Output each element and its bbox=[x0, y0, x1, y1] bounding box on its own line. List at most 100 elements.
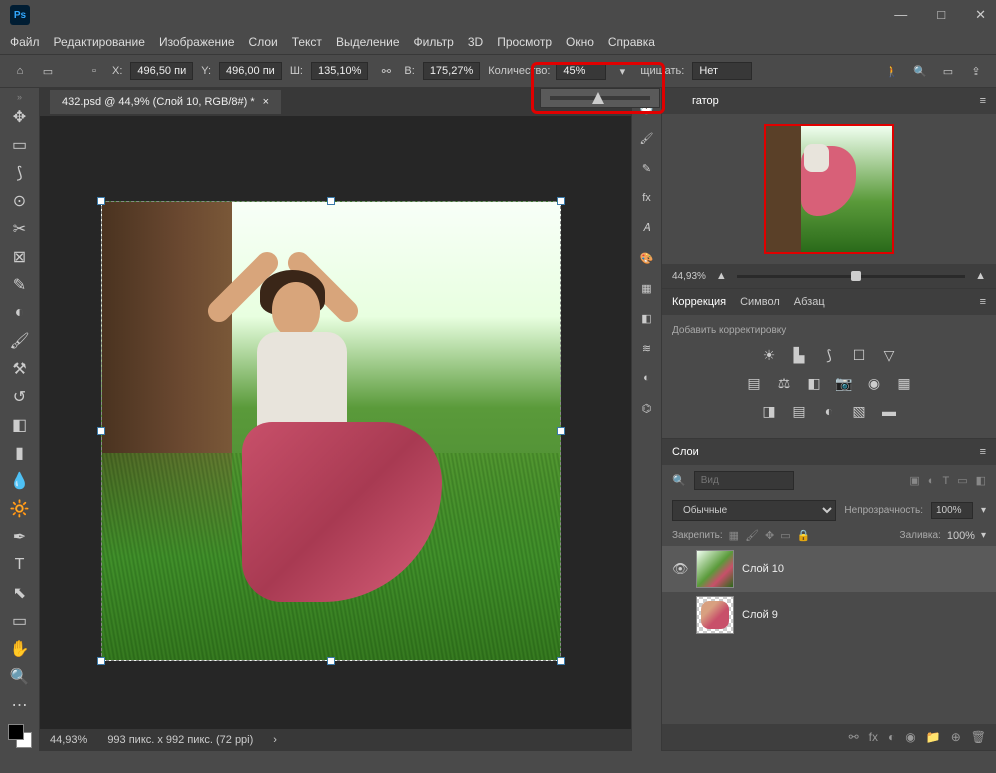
move-tool[interactable]: ✥ bbox=[6, 104, 34, 130]
vibrance-icon[interactable]: ▽ bbox=[878, 344, 900, 366]
home-icon[interactable]: ⌂ bbox=[10, 61, 30, 81]
marquee-tool[interactable]: ▭ bbox=[6, 132, 34, 158]
y-input[interactable]: 496,00 пи bbox=[219, 62, 282, 80]
lasso-tool[interactable]: ⟆ bbox=[6, 160, 34, 186]
adjustments-tab[interactable]: Коррекция bbox=[672, 296, 726, 308]
filter-smart-icon[interactable]: ◧ bbox=[976, 474, 986, 487]
transform-handle-mr[interactable] bbox=[557, 427, 565, 435]
fill-input[interactable]: 100% bbox=[947, 530, 975, 542]
mask-icon[interactable]: ◐ bbox=[888, 730, 895, 744]
photo-filter-icon[interactable]: 📷 bbox=[833, 372, 855, 394]
anchor-icon[interactable]: ▫ bbox=[84, 61, 104, 81]
paths-icon[interactable]: ⌬ bbox=[637, 398, 657, 418]
layer-item[interactable]: Слой 9 bbox=[662, 592, 996, 638]
gradient-tool[interactable]: ▮ bbox=[6, 440, 34, 466]
hue-icon[interactable]: ▤ bbox=[743, 372, 765, 394]
toolbar-expand-icon[interactable]: » bbox=[17, 92, 22, 102]
transform-handle-bc[interactable] bbox=[327, 657, 335, 665]
qty-slider-popup[interactable] bbox=[540, 88, 660, 108]
minimize-button[interactable]: — bbox=[894, 7, 907, 23]
lock-all-icon[interactable]: 🔒 bbox=[797, 529, 811, 542]
maximize-button[interactable]: □ bbox=[937, 7, 945, 23]
layers-tab[interactable]: Слои bbox=[672, 446, 699, 458]
new-layer-icon[interactable]: ⊕ bbox=[951, 730, 961, 744]
qty-input[interactable]: 45% bbox=[556, 62, 606, 80]
layer-thumbnail[interactable] bbox=[696, 550, 734, 588]
share-icon[interactable]: ⇪ bbox=[966, 61, 986, 81]
slider-thumb[interactable] bbox=[592, 92, 604, 104]
close-button[interactable]: ✕ bbox=[975, 7, 986, 23]
stamp-tool[interactable]: ⚒ bbox=[6, 356, 34, 382]
link-layers-icon[interactable]: ⚯ bbox=[849, 730, 859, 744]
panel-menu-icon[interactable]: ≡ bbox=[980, 95, 986, 107]
menu-window[interactable]: Окно bbox=[566, 35, 594, 49]
swatches-icon[interactable]: 🎨 bbox=[637, 248, 657, 268]
accessibility-icon[interactable]: 🚶 bbox=[882, 61, 902, 81]
layer-search-input[interactable] bbox=[694, 471, 794, 490]
layer-thumbnail[interactable] bbox=[696, 596, 734, 634]
filter-pixel-icon[interactable]: ▣ bbox=[909, 474, 919, 487]
fx-icon[interactable]: fx bbox=[869, 730, 878, 744]
close-icon[interactable]: × bbox=[263, 96, 269, 108]
menu-filter[interactable]: Фильтр bbox=[414, 35, 454, 49]
panel-menu-icon[interactable]: ≡ bbox=[980, 296, 986, 308]
lock-artboard-icon[interactable]: ▭ bbox=[780, 529, 790, 542]
pen-tool[interactable]: ✒ bbox=[6, 524, 34, 550]
canvas[interactable] bbox=[101, 201, 561, 661]
zoom-out-icon[interactable]: ▲ bbox=[716, 270, 727, 282]
zoom-tool[interactable]: 🔍 bbox=[6, 664, 34, 690]
slider-track[interactable] bbox=[550, 96, 650, 100]
h-input[interactable]: 175,27% bbox=[423, 62, 480, 80]
balance-icon[interactable]: ⚖ bbox=[773, 372, 795, 394]
filter-adj-icon[interactable]: ◐ bbox=[928, 475, 935, 487]
brush-settings-icon[interactable]: ✎ bbox=[637, 158, 657, 178]
color-icon[interactable]: ▦ bbox=[637, 278, 657, 298]
nav-zoom-value[interactable]: 44,93% bbox=[672, 271, 706, 282]
opacity-input[interactable]: 100% bbox=[931, 502, 973, 519]
chevron-down-icon[interactable]: ▾ bbox=[981, 530, 986, 541]
menu-view[interactable]: Просмотр bbox=[497, 35, 552, 49]
chevron-down-icon[interactable]: ▾ bbox=[612, 61, 632, 81]
brightness-icon[interactable]: ☀ bbox=[758, 344, 780, 366]
brush-panel-icon[interactable]: 🖌 bbox=[637, 128, 657, 148]
adjustment-layer-icon[interactable]: ◉ bbox=[905, 730, 915, 744]
healing-tool[interactable]: ◐ bbox=[6, 300, 34, 326]
group-icon[interactable]: 📁 bbox=[926, 730, 941, 744]
x-input[interactable]: 496,50 пи bbox=[130, 62, 193, 80]
zoom-in-icon[interactable]: ▲ bbox=[975, 270, 986, 282]
frame-tool[interactable]: ⊠ bbox=[6, 244, 34, 270]
layer-item[interactable]: 👁 Слой 10 bbox=[662, 546, 996, 592]
lookup-icon[interactable]: ▦ bbox=[893, 372, 915, 394]
invert-icon[interactable]: ◨ bbox=[758, 400, 780, 422]
rectangle-tool[interactable]: ▭ bbox=[6, 608, 34, 634]
menu-3d[interactable]: 3D bbox=[468, 35, 483, 49]
selective-icon[interactable]: ▧ bbox=[848, 400, 870, 422]
blend-mode-select[interactable]: Обычные bbox=[672, 500, 836, 521]
menu-select[interactable]: Выделение bbox=[336, 35, 400, 49]
layer-name[interactable]: Слой 9 bbox=[742, 609, 778, 621]
levels-icon[interactable]: ▙ bbox=[788, 344, 810, 366]
history-brush-tool[interactable]: ↺ bbox=[6, 384, 34, 410]
bw-icon[interactable]: ◧ bbox=[803, 372, 825, 394]
quick-select-tool[interactable]: ⊙ bbox=[6, 188, 34, 214]
visibility-icon[interactable]: 👁 bbox=[672, 561, 688, 577]
filter-type-icon[interactable]: T bbox=[942, 475, 949, 487]
gradient-map-icon[interactable]: ▬ bbox=[878, 400, 900, 422]
libraries-icon[interactable]: ◐ bbox=[637, 368, 657, 388]
gradients-icon[interactable]: ◧ bbox=[637, 308, 657, 328]
lock-pixels-icon[interactable]: ▦ bbox=[729, 529, 739, 542]
character-tab[interactable]: Символ bbox=[740, 296, 780, 308]
threshold-icon[interactable]: ◐ bbox=[818, 400, 840, 422]
crop-tool[interactable]: ✂ bbox=[6, 216, 34, 242]
transform-handle-ml[interactable] bbox=[97, 427, 105, 435]
styles-icon[interactable]: fx bbox=[637, 188, 657, 208]
link-icon[interactable]: ⚯ bbox=[376, 61, 396, 81]
panel-menu-icon[interactable]: ≡ bbox=[980, 446, 986, 458]
lock-position-icon[interactable]: ✥ bbox=[765, 529, 774, 542]
transform-handle-tl[interactable] bbox=[97, 197, 105, 205]
transform-handle-tc[interactable] bbox=[327, 197, 335, 205]
menu-image[interactable]: Изображение bbox=[159, 35, 235, 49]
transform-handle-tr[interactable] bbox=[557, 197, 565, 205]
glyphs-icon[interactable]: 𝐴 bbox=[637, 218, 657, 238]
eyedropper-tool[interactable]: ✎ bbox=[6, 272, 34, 298]
